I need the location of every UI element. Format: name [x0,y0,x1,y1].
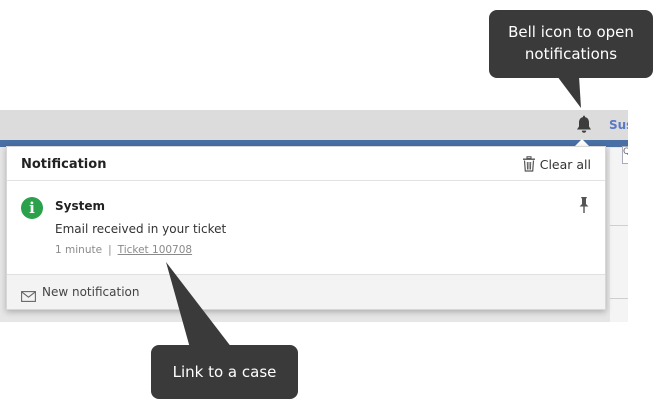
callout-pointer [557,76,581,108]
panel-header: Notification Clear all [7,147,605,181]
bell-callout: Bell icon to open notifications [489,10,653,78]
bell-icon[interactable] [574,115,594,135]
app-row-divider [610,225,628,226]
notification-message: Email received in your ticket [55,222,227,236]
notification-meta: 1 minute | Ticket 100708 [55,244,192,256]
callout-pointer [166,262,232,348]
case-callout-text: Link to a case [172,363,277,381]
new-notification-button[interactable]: New notification [7,274,605,309]
pin-icon[interactable] [577,196,591,214]
meta-separator: | [108,244,112,256]
new-notification-label: New notification [42,285,140,299]
ticket-link[interactable]: Ticket 100708 [118,244,192,256]
app-content-area [610,148,628,322]
app-row-divider [610,298,628,299]
notification-source: System [55,199,105,213]
panel-title: Notification [21,157,107,172]
envelope-icon [21,287,36,302]
app-search-input[interactable]: Q [622,146,628,164]
screenshot-stage: Q Sus Notification [0,0,662,410]
trash-icon [522,156,536,172]
case-link-callout: Link to a case [151,345,298,399]
notification-panel: Notification Clear all i System Email re… [6,146,606,310]
app-top-bar [0,110,628,142]
notification-time: 1 minute [55,244,103,256]
info-icon: i [21,197,43,219]
bell-callout-text: Bell icon to open notifications [508,23,634,63]
clear-all-label: Clear all [539,156,591,172]
user-menu-link[interactable]: Sus [609,118,628,132]
clear-all-button[interactable]: Clear all [522,155,591,173]
notification-item[interactable]: i System Email received in your ticket 1… [7,182,605,274]
